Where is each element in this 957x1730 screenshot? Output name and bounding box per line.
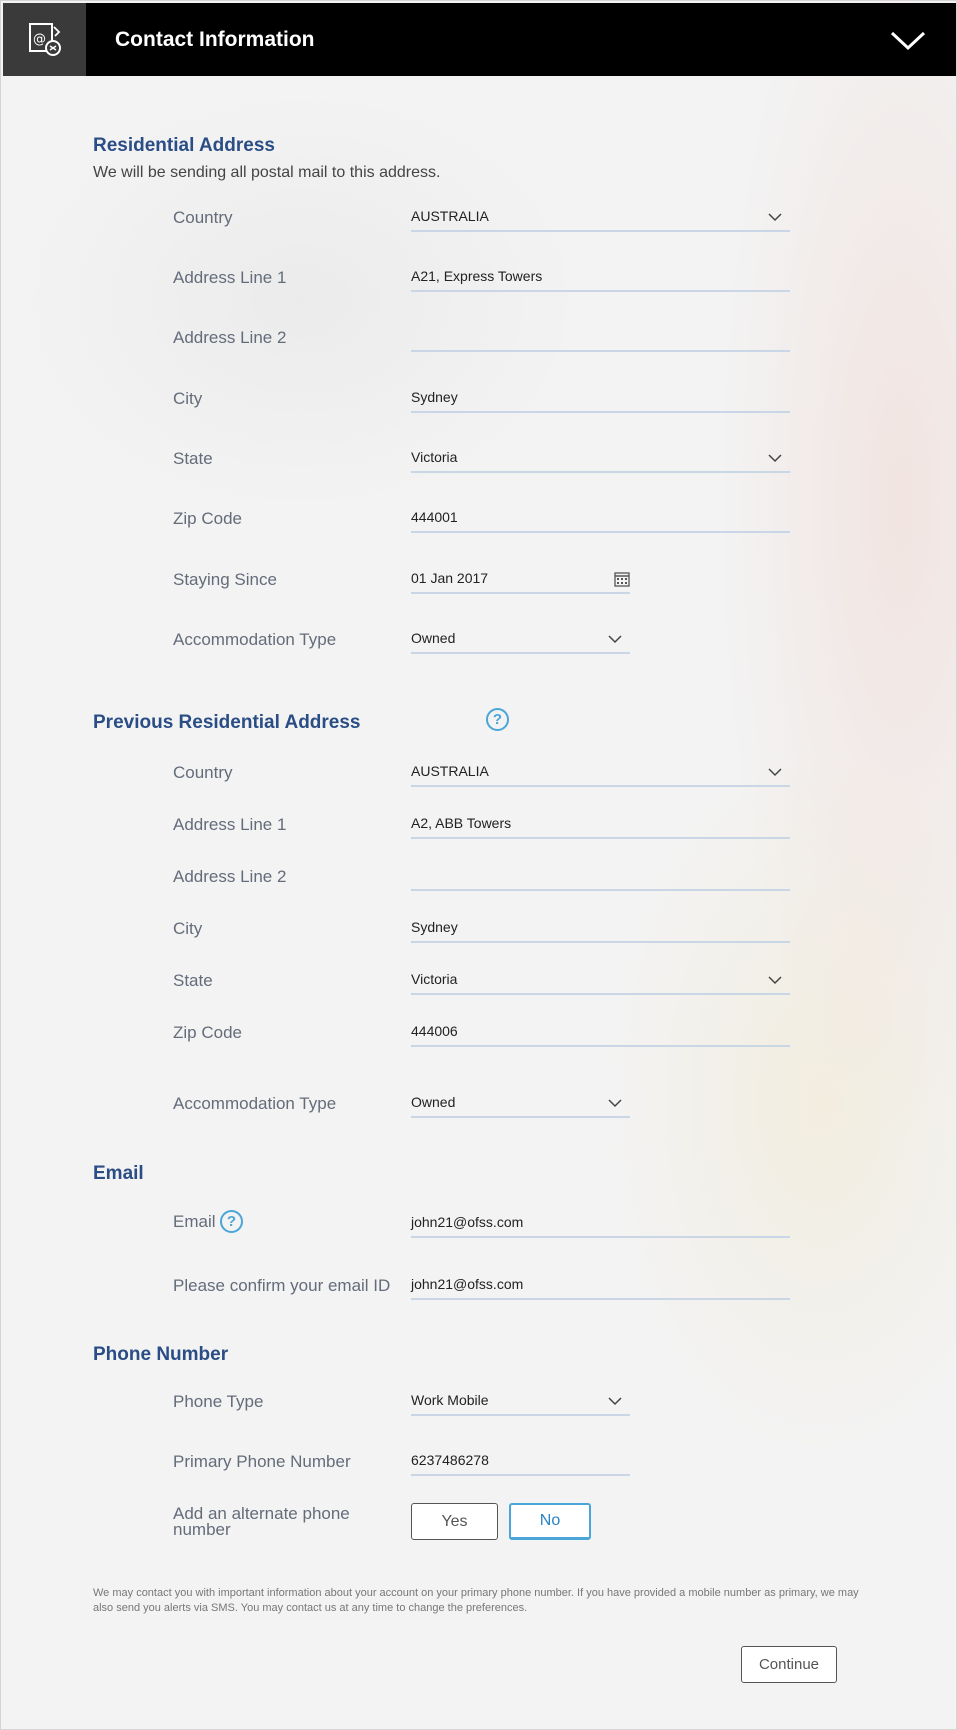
staying-since-label: Staying Since [173,570,277,589]
zip-code-input[interactable]: 444001 [411,505,790,533]
prev-address-line2-value [411,875,790,877]
prev-country-value: AUSTRALIA [411,763,489,779]
prev-state-select[interactable]: Victoria [411,967,790,995]
prev-accommodation-type-label: Accommodation Type [173,1094,337,1113]
residential-address-title: Residential Address [93,135,275,156]
continue-button[interactable]: Continue [741,1646,837,1683]
chevron-down-icon [768,212,782,221]
help-icon[interactable]: ? [486,708,509,731]
chevron-down-icon [768,975,782,984]
phone-type-value: Work Mobile [411,1392,489,1408]
staying-since-value: 01 Jan 2017 [411,570,489,586]
chevron-down-icon [608,1396,622,1405]
confirm-email-label: Please confirm your email ID [173,1276,391,1295]
chevron-down-icon [608,1098,622,1107]
chevron-down-icon [768,767,782,776]
chevron-down-icon [768,453,782,462]
address-line2-value [411,336,790,338]
chevron-down-icon [608,634,622,643]
city-label: City [173,389,203,408]
prev-address-line1-input[interactable]: A2, ABB Towers [411,811,790,839]
confirm-email-input[interactable]: john21@ofss.com [411,1272,790,1300]
accommodation-type-value: Owned [411,630,456,646]
prev-country-select[interactable]: AUSTRALIA [411,759,790,787]
email-label: Email [173,1212,216,1231]
prev-address-line1-value: A2, ABB Towers [411,815,512,831]
prev-state-label: State [173,971,213,990]
country-value: AUSTRALIA [411,208,489,224]
prev-state-value: Victoria [411,971,458,987]
prev-zip-code-label: Zip Code [173,1023,242,1042]
address-line2-input[interactable] [411,324,790,352]
prev-zip-code-value: 444006 [411,1023,458,1039]
prev-accommodation-type-value: Owned [411,1094,456,1110]
prev-city-label: City [173,919,203,938]
residential-address-subtitle: We will be sending all postal mail to th… [93,164,441,181]
prev-city-input[interactable]: Sydney [411,915,790,943]
alternate-phone-label: Add an alternate phone number [173,1505,350,1539]
calendar-icon[interactable] [614,571,630,587]
prev-accommodation-type-select[interactable]: Owned [411,1090,630,1118]
email-input[interactable]: john21@ofss.com [411,1210,790,1238]
page-title: Contact Information [115,27,315,51]
state-value: Victoria [411,449,458,465]
previous-address-title: Previous Residential Address [93,712,361,733]
city-input[interactable]: Sydney [411,385,790,413]
accommodation-type-select[interactable]: Owned [411,626,630,654]
state-select[interactable]: Victoria [411,445,790,473]
chevron-down-icon[interactable] [890,25,926,55]
address-line1-label: Address Line 1 [173,268,287,287]
address-line2-label: Address Line 2 [173,328,287,347]
phone-type-select[interactable]: Work Mobile [411,1388,630,1416]
disclaimer-text: We may contact you with important inform… [93,1587,859,1614]
alternate-phone-label-line2: number [173,1520,231,1539]
prev-address-line2-label: Address Line 2 [173,867,287,886]
confirm-email-value: john21@ofss.com [411,1276,524,1292]
phone-type-label: Phone Type [173,1392,264,1411]
staying-since-date-input[interactable]: 01 Jan 2017 [411,566,630,594]
phone-section-title: Phone Number [93,1344,229,1365]
alternate-phone-no-button[interactable]: No [509,1503,591,1540]
country-label: Country [173,208,233,227]
address-line1-input[interactable]: A21, Express Towers [411,264,790,292]
zip-code-value: 444001 [411,509,458,525]
address-line1-value: A21, Express Towers [411,268,543,284]
prev-address-line1-label: Address Line 1 [173,815,287,834]
prev-address-line2-input[interactable] [411,863,790,891]
accommodation-type-label: Accommodation Type [173,630,337,649]
contact-mail-icon: @ [3,3,86,76]
help-icon[interactable]: ? [220,1210,243,1233]
prev-zip-code-input[interactable]: 444006 [411,1019,790,1047]
zip-code-label: Zip Code [173,509,242,528]
primary-phone-input[interactable]: 6237486278 [411,1448,630,1476]
email-value: john21@ofss.com [411,1214,524,1230]
alternate-phone-yes-button[interactable]: Yes [411,1503,498,1540]
primary-phone-label: Primary Phone Number [173,1452,351,1471]
primary-phone-value: 6237486278 [411,1452,489,1468]
page-background: @ Contact Information Residential Addres… [0,0,957,1730]
email-section-title: Email [93,1163,144,1184]
country-select[interactable]: AUSTRALIA [411,204,790,232]
section-header[interactable]: @ Contact Information [3,3,956,76]
city-value: Sydney [411,389,458,405]
svg-text:@: @ [33,32,46,47]
prev-country-label: Country [173,763,233,782]
prev-city-value: Sydney [411,919,458,935]
state-label: State [173,449,213,468]
